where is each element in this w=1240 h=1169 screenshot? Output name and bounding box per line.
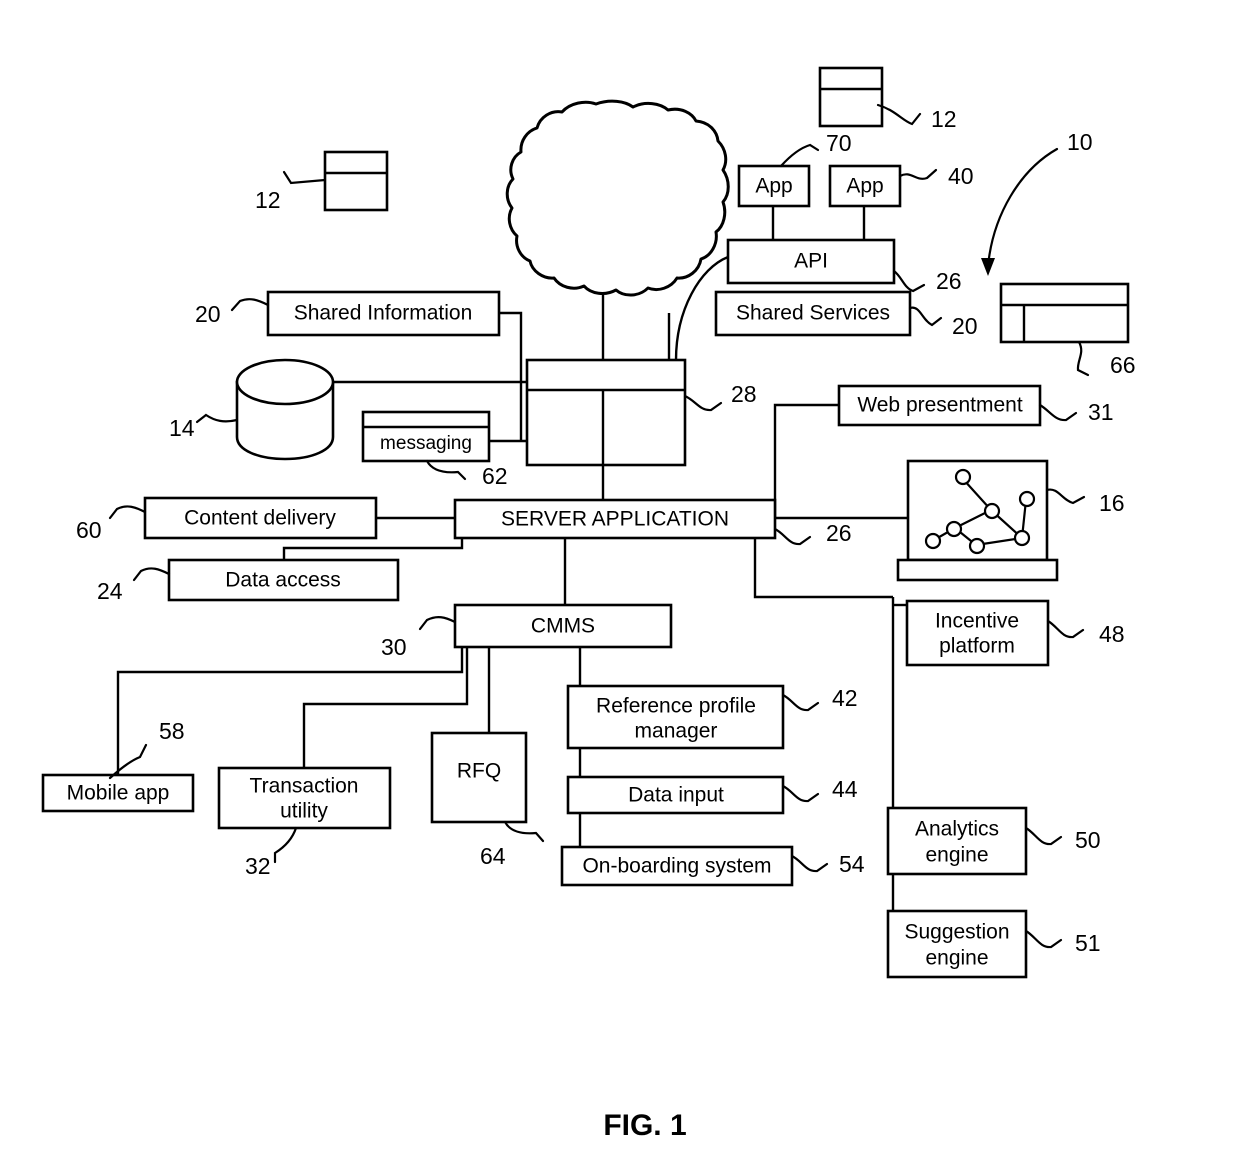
network-graph-terminal-icon [896,459,1059,582]
suggestion-engine-label-line2: engine [925,947,988,970]
app-box-left-label: App [755,175,792,198]
cloud-icon [505,99,730,297]
ref-num-60: 60 [76,517,102,543]
shared-services-box[interactable]: Shared Services [714,290,912,337]
server-application-box[interactable]: SERVER APPLICATION [453,498,777,540]
data-input-label: Data input [628,784,724,807]
analytics-engine-label-line1: Analytics [915,818,999,841]
app-box-left[interactable]: App [737,164,811,208]
ref-num-24: 24 [97,578,123,604]
onboarding-system-label: On-boarding system [582,855,771,878]
ref-num-58: 58 [159,718,185,744]
ref-num-28: 28 [731,381,757,407]
ref-num-32: 32 [245,853,271,879]
core-platform-block [525,358,687,467]
ref-num-26-api: 26 [936,268,962,294]
ref-num-64: 64 [480,843,506,869]
data-input-box[interactable]: Data input [566,775,785,815]
analytics-engine-label-line2: engine [925,844,988,867]
ref-num-70: 70 [826,130,852,156]
ref-num-31: 31 [1088,399,1114,425]
client-device-icon-top [818,66,884,128]
ref-num-54: 54 [839,851,865,877]
suggestion-engine-box[interactable]: Suggestion engine [886,909,1028,979]
cmms-box[interactable]: CMMS [453,603,673,649]
content-delivery-label: Content delivery [184,507,336,530]
data-access-label: Data access [225,569,341,592]
ref-num-62: 62 [482,463,508,489]
web-presentment-label: Web presentment [857,394,1023,417]
ref-num-20-shared-information: 20 [195,301,221,327]
reference-profile-manager-label-line2: manager [635,720,718,743]
api-box[interactable]: API [726,238,896,285]
ref-num-51: 51 [1075,930,1101,956]
data-access-box[interactable]: Data access [167,558,400,602]
ref-num-42: 42 [832,685,858,711]
mobile-app-label: Mobile app [67,782,170,805]
incentive-platform-label-line2: platform [939,635,1015,658]
ref-num-16: 16 [1099,490,1125,516]
shared-information-label: Shared Information [294,302,473,325]
ref-num-30: 30 [381,634,407,660]
figure-caption: FIG. 1 [603,1109,686,1142]
transaction-utility-box[interactable]: Transaction utility [217,766,392,830]
ref-num-50: 50 [1075,827,1101,853]
reference-profile-manager-box[interactable]: Reference profile manager [566,684,785,750]
reference-profile-manager-label-line1: Reference profile [596,695,756,718]
cmms-label: CMMS [531,615,595,638]
analytics-engine-box[interactable]: Analytics engine [886,806,1028,876]
ref-num-40: 40 [948,163,974,189]
incentive-platform-box[interactable]: Incentive platform [905,599,1050,667]
ref-num-12-top: 12 [931,106,957,132]
client-device-icon-left [323,150,389,212]
ref-num-14: 14 [169,415,195,441]
rfq-label: RFQ [457,760,501,783]
content-delivery-box[interactable]: Content delivery [143,496,378,540]
monitor-display-icon [999,282,1130,344]
ref-num-26-server: 26 [826,520,852,546]
api-box-label: API [794,250,828,273]
incentive-platform-label-line1: Incentive [935,610,1019,633]
server-application-label: SERVER APPLICATION [501,508,729,531]
messaging-box[interactable]: messaging [361,410,491,463]
shared-information-box[interactable]: Shared Information [266,290,501,337]
ref-num-44: 44 [832,776,858,802]
ref-num-66: 66 [1110,352,1136,378]
patent-figure-1: App App API Shared Information Shared Se… [0,0,1240,1169]
onboarding-system-box[interactable]: On-boarding system [560,845,794,887]
mobile-app-box[interactable]: Mobile app [41,773,195,813]
app-box-right-label: App [846,175,883,198]
rfq-box[interactable]: RFQ [430,731,528,824]
transaction-utility-label-line1: Transaction [250,775,359,798]
diagram-canvas: App App API Shared Information Shared Se… [41,66,1136,1142]
ref-num-12-left: 12 [255,187,281,213]
ref-num-10: 10 [1067,129,1093,155]
web-presentment-box[interactable]: Web presentment [837,384,1042,427]
transaction-utility-label-line2: utility [280,800,328,823]
database-cylinder-icon [235,358,335,461]
ref-num-20-shared-services: 20 [952,313,978,339]
shared-services-label: Shared Services [736,302,890,325]
app-box-right[interactable]: App [828,164,902,208]
ref-num-48: 48 [1099,621,1125,647]
messaging-label: messaging [380,433,472,454]
suggestion-engine-label-line1: Suggestion [904,921,1009,944]
